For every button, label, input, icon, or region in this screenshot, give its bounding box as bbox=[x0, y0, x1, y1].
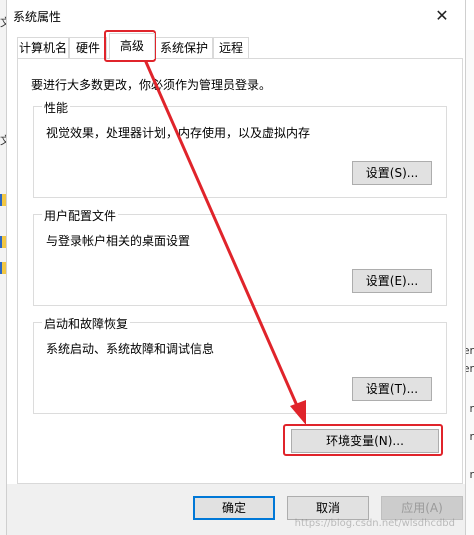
tab-advanced[interactable]: 高级 bbox=[109, 33, 155, 59]
annotation-arrow bbox=[144, 60, 306, 425]
annotation-arrow-head bbox=[290, 400, 306, 425]
annotation-arrow-line bbox=[144, 60, 300, 410]
